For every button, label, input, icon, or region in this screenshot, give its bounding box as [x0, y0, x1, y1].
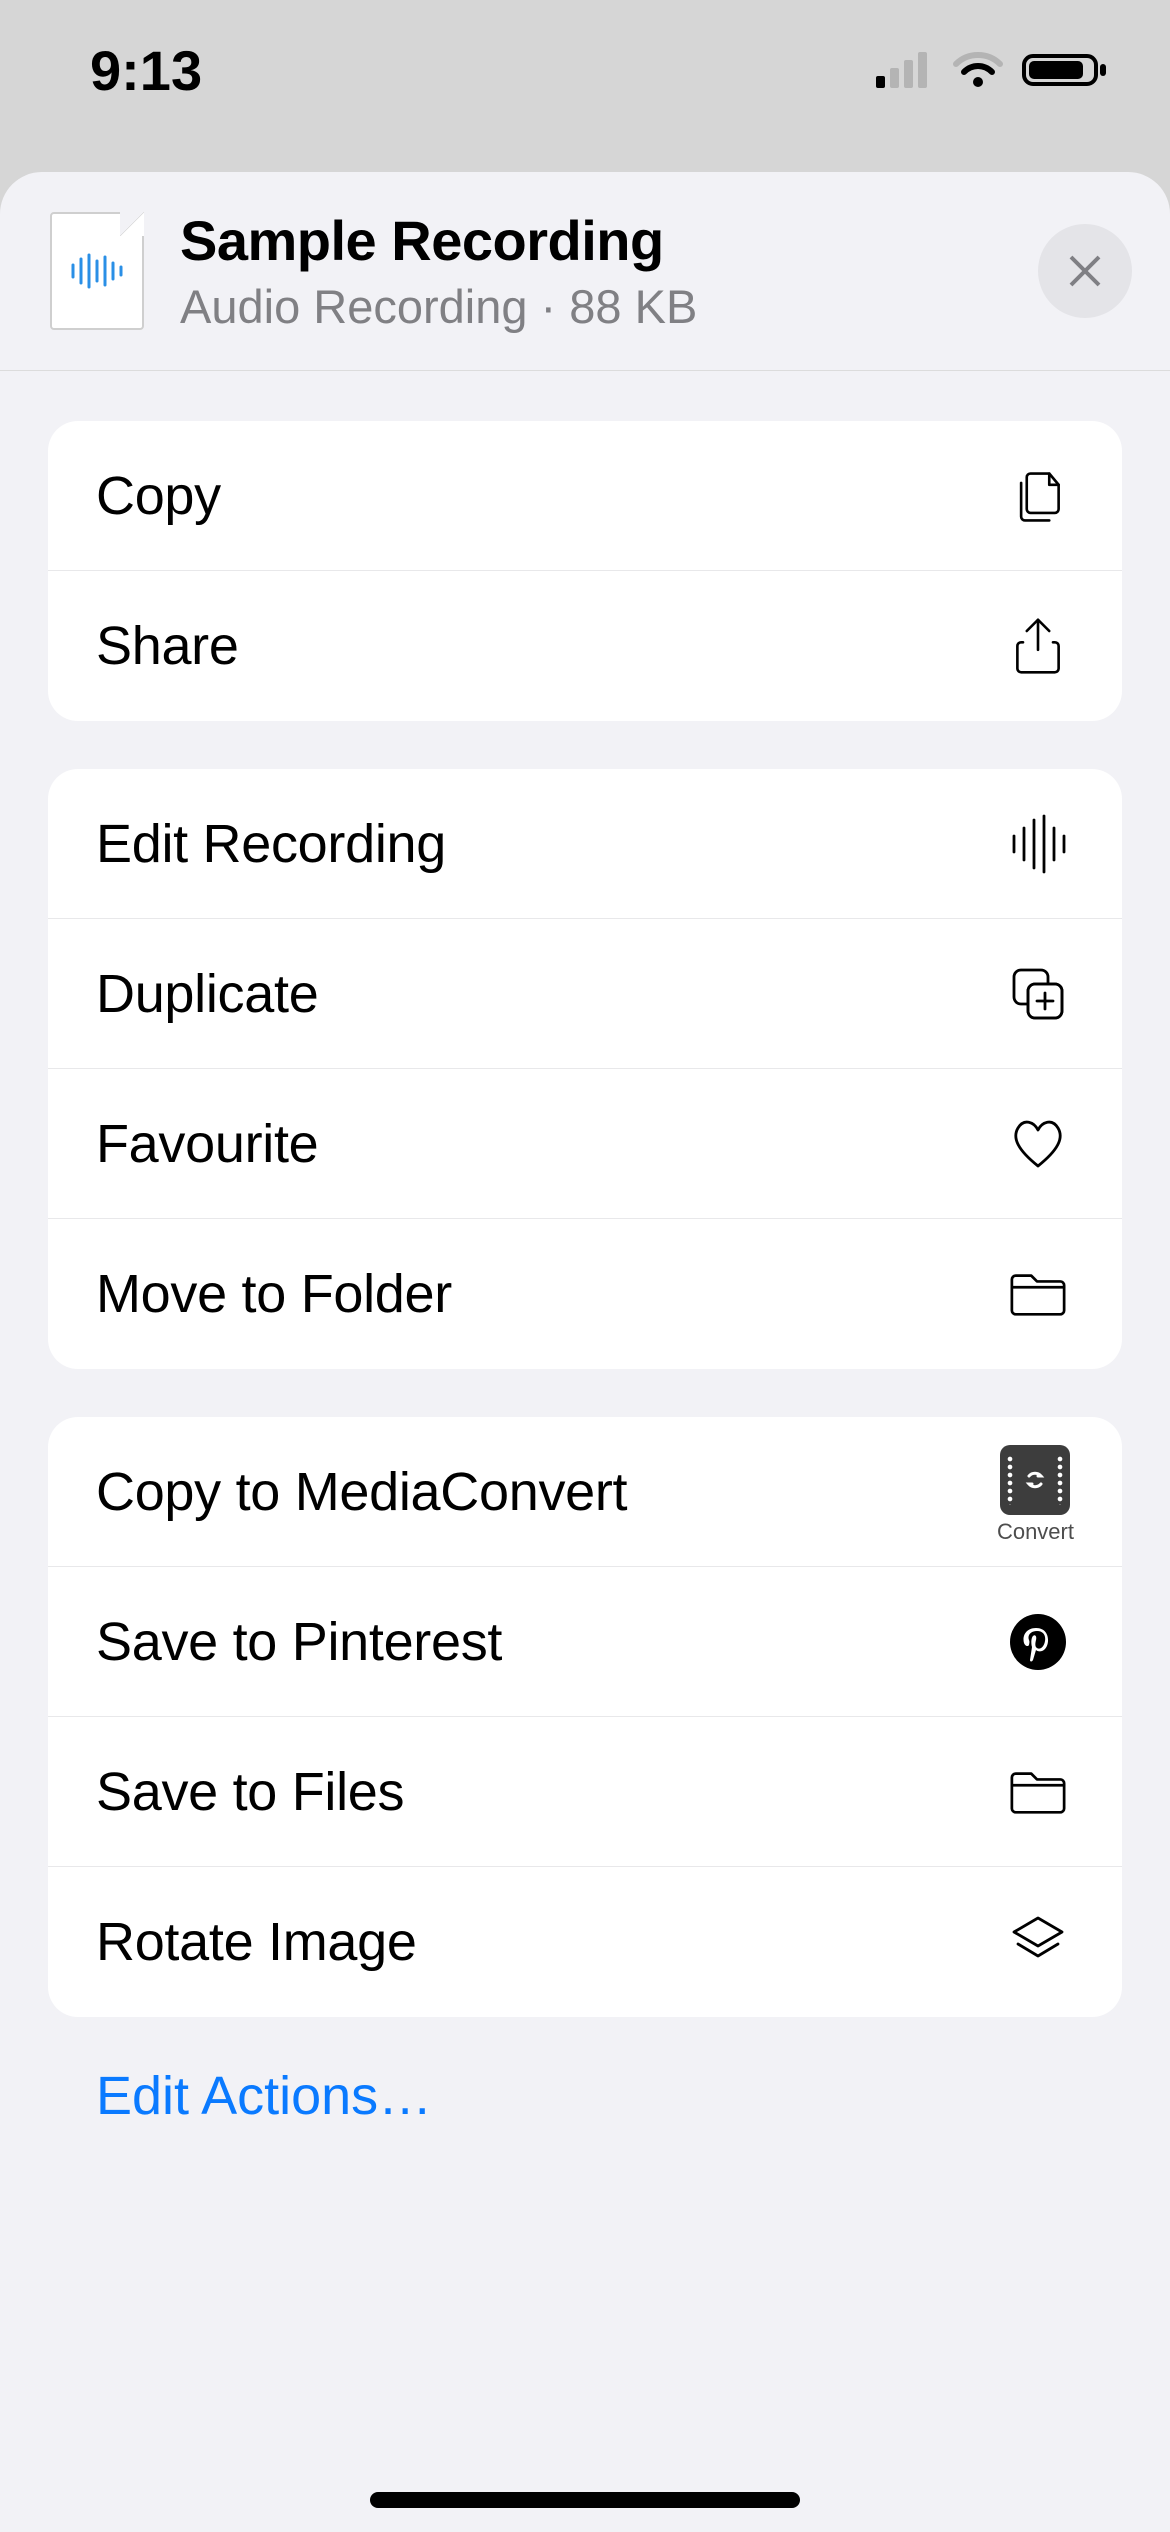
save-pinterest-row[interactable]: Save to Pinterest	[48, 1567, 1122, 1717]
waveform-icon	[1002, 814, 1074, 874]
action-sheet: Sample Recording Audio Recording · 88 KB…	[0, 172, 1170, 2532]
edit-recording-row[interactable]: Edit Recording	[48, 769, 1122, 919]
copy-icon	[1002, 466, 1074, 526]
folder-icon	[1002, 1762, 1074, 1822]
row-label: Move to Folder	[96, 1263, 452, 1325]
row-label: Save to Files	[96, 1761, 404, 1823]
row-label: Share	[96, 615, 239, 677]
close-icon	[1063, 249, 1107, 293]
action-group-3: Copy to MediaConvert Convert Save to Pin…	[48, 1417, 1122, 2017]
row-label: Save to Pinterest	[96, 1611, 502, 1673]
cellular-icon	[874, 38, 934, 103]
favourite-row[interactable]: Favourite	[48, 1069, 1122, 1219]
battery-icon	[1022, 38, 1110, 103]
file-title: Sample Recording	[180, 208, 1038, 273]
row-label: Copy	[96, 465, 221, 527]
share-icon	[1002, 616, 1074, 676]
close-button[interactable]	[1038, 224, 1132, 318]
row-label: Rotate Image	[96, 1911, 417, 1973]
file-meta: Sample Recording Audio Recording · 88 KB	[180, 208, 1038, 334]
home-indicator[interactable]	[370, 2492, 800, 2508]
status-right-icons	[874, 38, 1110, 103]
sheet-header: Sample Recording Audio Recording · 88 KB	[0, 172, 1170, 371]
copy-row[interactable]: Copy	[48, 421, 1122, 571]
file-subtitle: Audio Recording · 88 KB	[180, 279, 1038, 334]
pinterest-icon	[1002, 1612, 1074, 1672]
row-label: Duplicate	[96, 963, 318, 1025]
share-row[interactable]: Share	[48, 571, 1122, 721]
save-files-row[interactable]: Save to Files	[48, 1717, 1122, 1867]
copy-mediaconvert-row[interactable]: Copy to MediaConvert Convert	[48, 1417, 1122, 1567]
stack-icon	[1002, 1912, 1074, 1972]
heart-icon	[1002, 1114, 1074, 1174]
mediaconvert-caption: Convert	[997, 1519, 1074, 1545]
action-group-1: Copy Share	[48, 421, 1122, 721]
row-label: Edit Recording	[96, 813, 446, 875]
file-thumbnail	[50, 212, 144, 330]
status-time: 9:13	[90, 38, 202, 103]
wifi-icon	[952, 38, 1004, 103]
duplicate-row[interactable]: Duplicate	[48, 919, 1122, 1069]
duplicate-icon	[1002, 964, 1074, 1024]
rotate-image-row[interactable]: Rotate Image	[48, 1867, 1122, 2017]
move-folder-row[interactable]: Move to Folder	[48, 1219, 1122, 1369]
mediaconvert-app-icon: Convert	[997, 1439, 1074, 1545]
waveform-icon	[67, 253, 127, 289]
row-label: Copy to MediaConvert	[96, 1461, 627, 1523]
folder-icon	[1002, 1264, 1074, 1324]
row-label: Favourite	[96, 1113, 318, 1175]
sheet-body: Copy Share	[0, 371, 1170, 2167]
action-group-2: Edit Recording Duplicate	[48, 769, 1122, 1369]
edit-actions-link[interactable]: Edit Actions…	[48, 2065, 1122, 2127]
status-bar: 9:13	[0, 0, 1170, 140]
